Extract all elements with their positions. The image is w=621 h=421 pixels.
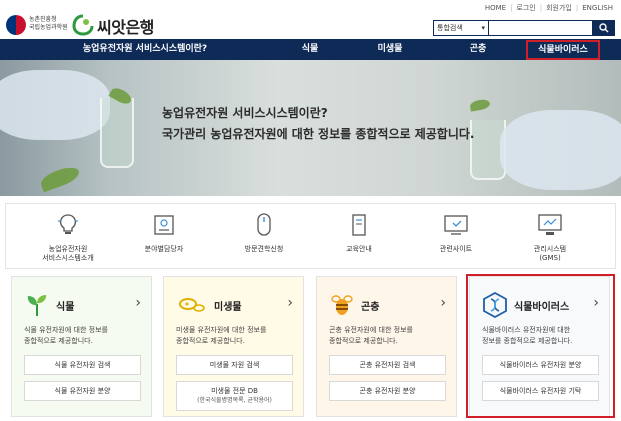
- chevron-down-icon: ▾: [481, 24, 485, 32]
- insect-distribution-button[interactable]: 곤충 유전자원 분양: [329, 381, 446, 401]
- card-header: 미생물 ›: [176, 292, 293, 318]
- government-emblem-icon: [6, 15, 26, 35]
- plant-search-button[interactable]: 식물 유전자원 검색: [24, 355, 141, 375]
- quick-link-intro[interactable]: 농업유전자원 서비스시스템소개: [28, 212, 108, 263]
- chevron-right-icon[interactable]: ›: [287, 295, 293, 311]
- card-header: 식물 ›: [24, 292, 141, 318]
- card-plant-virus: 식물바이러스 › 식물바이러스 유전자원에 대한 정보를 종합적으로 제공합니다…: [469, 276, 610, 417]
- insect-search-button[interactable]: 곤충 유전자원 검색: [329, 355, 446, 375]
- search-bar: 통합검색 ▾: [433, 20, 615, 36]
- card-header: 곤충 ›: [329, 292, 446, 318]
- microbe-icon: [179, 298, 205, 312]
- quick-link-education[interactable]: 교육안내: [319, 212, 399, 254]
- virus-deposit-button[interactable]: 식물바이러스 유전자원 기탁: [482, 381, 599, 401]
- mouse-icon: [257, 213, 271, 236]
- leaf-image: [38, 163, 82, 193]
- quick-link-label: 분야별담당자: [144, 245, 184, 253]
- nav-intro[interactable]: 농업유전자원 서비스시스템이란?: [60, 39, 230, 60]
- institution-name[interactable]: 농촌진흥청 국립농업과학원: [29, 16, 68, 32]
- nav-insect[interactable]: 곤충: [458, 39, 498, 60]
- hero-banner: 농업유전자원 서비스시스템이란? 국가관리 농업유전자원에 대한 정보를 종합적…: [0, 60, 621, 196]
- microbe-db-button[interactable]: 미생물 전문 DB (한국식물병명목록, 균학용어): [176, 381, 293, 411]
- chevron-right-icon[interactable]: ›: [593, 295, 599, 311]
- virus-distribution-button[interactable]: 식물바이러스 유전자원 분양: [482, 355, 599, 375]
- chevron-right-icon[interactable]: ›: [135, 295, 141, 311]
- site-brand[interactable]: 씨앗은행: [97, 14, 154, 38]
- beaker-image: [100, 98, 134, 168]
- microbe-search-button[interactable]: 미생물 자원 검색: [176, 355, 293, 375]
- search-icon: [599, 23, 609, 33]
- institution-line2: 국립농업과학원: [29, 24, 68, 31]
- lightbulb-icon: [58, 214, 78, 234]
- card-title: 식물바이러스: [514, 302, 570, 313]
- seed-bank-logo-icon: [72, 14, 94, 36]
- search-button[interactable]: [593, 20, 615, 36]
- nav-plant-virus[interactable]: 식물바이러스: [526, 40, 600, 60]
- main-navigation: 농업유전자원 서비스시스템이란? 식물 미생물 곤충 식물바이러스: [0, 39, 621, 60]
- search-scope-value: 통합검색: [437, 24, 463, 32]
- quick-link-sites[interactable]: 관련사이트: [416, 212, 496, 254]
- virus-icon: [483, 292, 507, 318]
- quick-link-label: 관리시스템: [533, 245, 567, 253]
- quick-link-label: 관련사이트: [439, 245, 473, 253]
- bee-icon: [331, 295, 353, 315]
- card-description: 곤충 유전자원에 대한 정보를 종합적으로 제공합니다.: [329, 325, 448, 347]
- quick-links: 농업유전자원 서비스시스템소개 분야별담당자 방문견학신청 교육안내 관련사이트…: [5, 203, 616, 269]
- institution-line1: 농촌진흥청: [29, 16, 57, 23]
- card-insect: 곤충 › 곤충 유전자원에 대한 정보를 종합적으로 제공합니다. 곤충 유전자…: [316, 276, 457, 417]
- nav-microbe[interactable]: 미생물: [365, 39, 415, 60]
- glove-image: [0, 70, 110, 140]
- quick-link-gms[interactable]: 관리시스템 (GMS): [510, 212, 590, 263]
- card-header: 식물바이러스 ›: [482, 292, 599, 318]
- monitor-icon: [444, 215, 468, 235]
- quick-link-label: 교육안내: [346, 245, 372, 253]
- card-description: 식물 유전자원에 대한 정보를 종합적으로 제공합니다.: [24, 325, 143, 347]
- hero-line2: 국가관리 농업유전자원에 대한 정보를 종합적으로 제공합니다.: [162, 127, 475, 141]
- quick-link-label: 농업유전자원: [48, 245, 88, 253]
- header: 농촌진흥청 국립농업과학원 씨앗은행 통합검색 ▾: [0, 12, 621, 39]
- description-line: 종합적으로 제공합니다.: [329, 337, 398, 345]
- description-line: 곤충 유전자원에 대한 정보를: [329, 326, 413, 334]
- divider: |: [510, 4, 513, 12]
- quick-link-visit[interactable]: 방문견학신청: [224, 212, 304, 254]
- id-card-icon: [154, 215, 174, 235]
- divider: |: [575, 4, 579, 12]
- quick-link-contacts[interactable]: 분야별담당자: [124, 212, 204, 254]
- card-title: 미생물: [214, 302, 242, 313]
- description-line: 종합적으로 제공합니다.: [24, 337, 93, 345]
- hero-line1: 농업유전자원 서비스시스템이란?: [162, 106, 328, 120]
- button-label: 미생물 전문 DB: [211, 387, 258, 395]
- description-line: 정보를 종합적으로 제공합니다.: [482, 337, 573, 345]
- search-input[interactable]: [489, 20, 593, 36]
- quick-link-label: 방문견학신청: [244, 245, 284, 253]
- sprout-icon: [27, 295, 47, 316]
- card-description: 식물바이러스 유전자원에 대한 정보를 종합적으로 제공합니다.: [482, 325, 601, 347]
- plant-distribution-button[interactable]: 식물 유전자원 분양: [24, 381, 141, 401]
- card-description: 미생물 유전자원에 대한 정보를 종합적으로 제공합니다.: [176, 325, 295, 347]
- description-line: 종합적으로 제공합니다.: [176, 337, 245, 345]
- quick-link-label: 서비스시스템소개: [42, 254, 94, 262]
- card-title: 곤충: [361, 302, 380, 313]
- book-icon: [352, 214, 366, 236]
- description-line: 미생물 유전자원에 대한 정보를: [176, 326, 267, 334]
- english-link[interactable]: ENGLISH: [582, 4, 613, 12]
- card-microbe: 미생물 › 미생물 유전자원에 대한 정보를 종합적으로 제공합니다. 미생물 …: [163, 276, 304, 417]
- nav-plant[interactable]: 식물: [290, 39, 330, 60]
- chevron-right-icon[interactable]: ›: [440, 295, 446, 311]
- description-line: 식물 유전자원에 대한 정보를: [24, 326, 108, 334]
- glove-image: [500, 110, 621, 190]
- button-sublabel: (한국식물병명목록, 균학용어): [197, 397, 272, 404]
- home-link[interactable]: HOME: [485, 4, 506, 12]
- quick-link-label: (GMS): [539, 254, 561, 262]
- search-scope-select[interactable]: 통합검색 ▾: [433, 20, 489, 36]
- card-title: 식물: [56, 302, 75, 313]
- computer-icon: [538, 214, 562, 235]
- card-plant: 식물 › 식물 유전자원에 대한 정보를 종합적으로 제공합니다. 식물 유전자…: [11, 276, 152, 417]
- hero-text: 농업유전자원 서비스시스템이란? 국가관리 농업유전자원에 대한 정보를 종합적…: [162, 104, 475, 142]
- description-line: 식물바이러스 유전자원에 대한: [482, 326, 571, 334]
- divider: |: [539, 4, 543, 12]
